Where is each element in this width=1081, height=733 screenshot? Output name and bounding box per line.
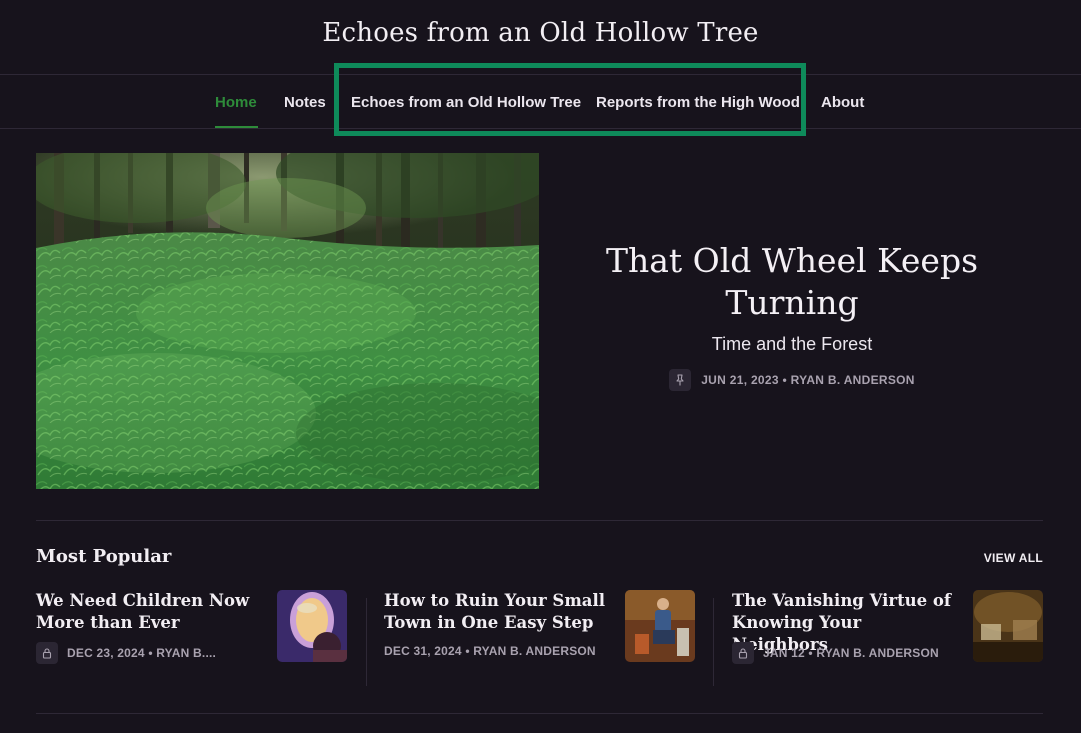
post-title[interactable]: How to Ruin Your Small Town in One Easy … — [384, 590, 609, 634]
hero-meta-text[interactable]: JUN 21, 2023 • RYAN B. ANDERSON — [701, 373, 915, 387]
nav-item-home[interactable]: Home — [215, 94, 257, 111]
post-meta-text: DEC 31, 2024 • RYAN B. ANDERSON — [384, 644, 596, 658]
hero-subtitle: Time and the Forest — [711, 334, 873, 354]
post-thumbnail[interactable] — [973, 590, 1043, 662]
hero-text: That Old Wheel Keeps Turning Time and th… — [560, 240, 1024, 391]
popular-post-card[interactable]: How to Ruin Your Small Town in One Easy … — [384, 590, 695, 690]
popular-post-card[interactable]: The Vanishing Virtue of Knowing Your Nei… — [732, 590, 1043, 690]
post-thumbnail[interactable] — [277, 590, 347, 662]
nav-item-notes[interactable]: Notes — [284, 94, 326, 111]
pin-icon — [669, 369, 692, 391]
section-title: Most Popular — [36, 546, 172, 567]
card-separator — [713, 598, 714, 686]
lock-icon — [732, 642, 754, 664]
post-meta: DEC 31, 2024 • RYAN B. ANDERSON — [384, 644, 596, 658]
site-title[interactable]: Echoes from an Old Hollow Tree — [0, 18, 1081, 48]
post-meta-text: JAN 12 • RYAN B. ANDERSON — [763, 646, 939, 660]
popular-post-card[interactable]: We Need Children Now More than Ever DEC … — [36, 590, 348, 690]
view-all-link[interactable]: VIEW ALL — [984, 551, 1043, 565]
divider — [36, 713, 1043, 714]
main-nav: Home Notes Echoes from an Old Hollow Tre… — [0, 75, 1081, 129]
post-meta: JAN 12 • RYAN B. ANDERSON — [732, 642, 939, 664]
post-meta-text: DEC 23, 2024 • RYAN B.... — [67, 646, 217, 660]
nav-item-echoes[interactable]: Echoes from an Old Hollow Tree — [351, 94, 581, 111]
nav-item-reports[interactable]: Reports from the High Wood — [596, 94, 800, 111]
card-separator — [366, 598, 367, 686]
hero-image[interactable] — [36, 153, 539, 489]
nav-item-about[interactable]: About — [821, 94, 864, 111]
active-nav-indicator — [215, 126, 258, 128]
divider — [36, 520, 1043, 521]
post-title[interactable]: We Need Children Now More than Ever — [36, 590, 266, 634]
forest-fern-image — [36, 153, 539, 489]
post-thumbnail[interactable] — [625, 590, 695, 662]
hero-title[interactable]: That Old Wheel Keeps Turning — [560, 240, 1024, 324]
lock-icon — [36, 642, 58, 664]
site-header: Echoes from an Old Hollow Tree — [0, 0, 1081, 75]
hero-meta: JUN 21, 2023 • RYAN B. ANDERSON — [560, 369, 1024, 391]
post-meta: DEC 23, 2024 • RYAN B.... — [36, 642, 216, 664]
